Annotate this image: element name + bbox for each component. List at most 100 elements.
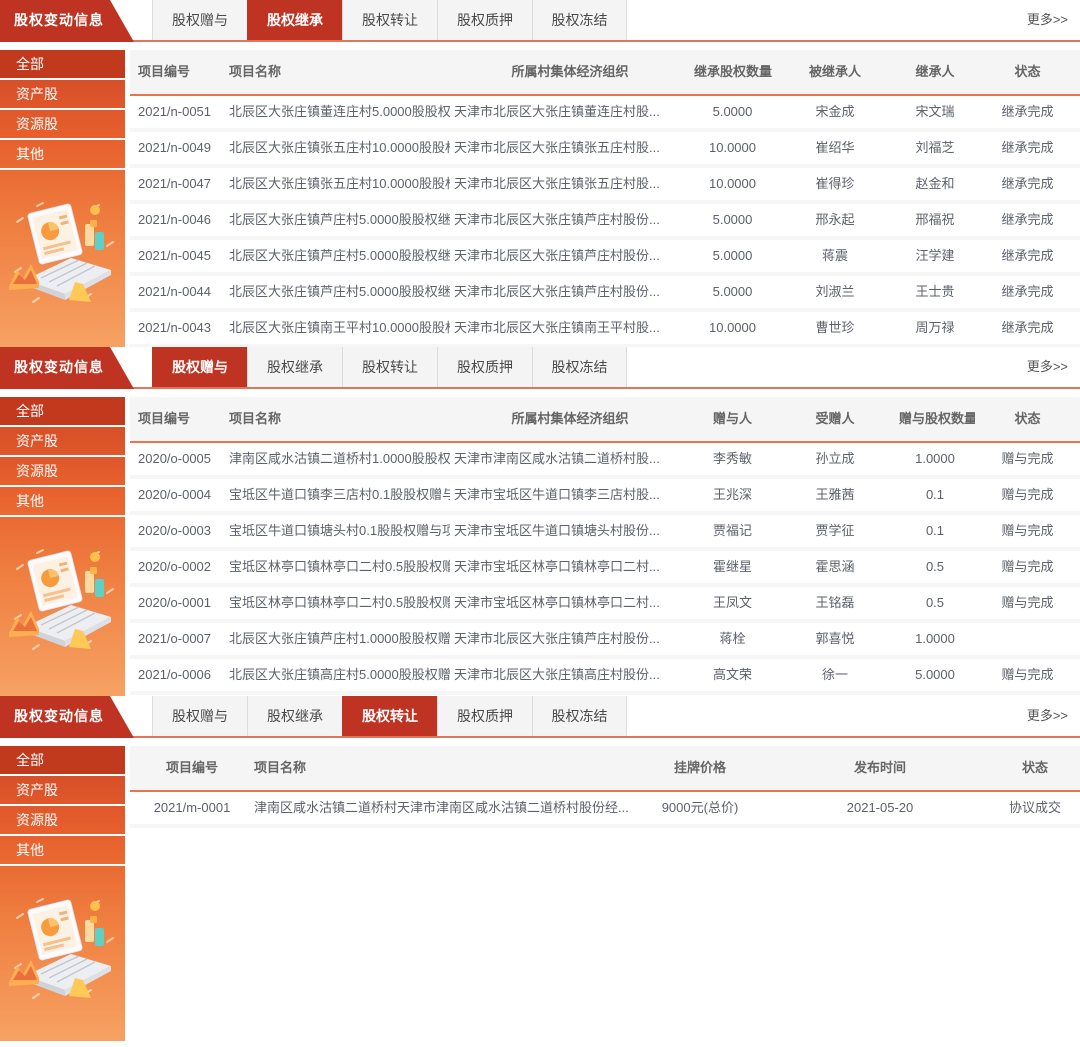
sidebar-item-other[interactable]: 其他 <box>0 487 125 517</box>
laptop-illustration-icon <box>7 890 119 1010</box>
table-cell: 赠与完成 <box>975 479 1080 511</box>
table-cell: 2021/n-0046 <box>130 204 225 236</box>
table-row[interactable]: 2020/o-0001宝坻区林亭口镇林亭口二村0.5股股权赠与...天津市宝坻区… <box>130 587 1080 623</box>
column-header: 挂牌价格 <box>630 746 770 790</box>
tab-equity-freeze[interactable]: 股权冻结 <box>532 347 627 387</box>
table-cell: 北辰区大张庄镇高庄村5.0000股股权赠与... <box>225 659 450 691</box>
sidebar-item-asset-shares[interactable]: 资产股 <box>0 80 125 110</box>
table-row[interactable]: 2021/n-0046北辰区大张庄镇芦庄村5.0000股股权继承...天津市北辰… <box>130 204 1080 240</box>
column-header: 被继承人 <box>775 50 895 94</box>
sidebar-item-resource-shares[interactable]: 资源股 <box>0 457 125 487</box>
category-menu: 全部资产股资源股其他 <box>0 50 125 170</box>
table-row[interactable]: 2021/o-0006北辰区大张庄镇高庄村5.0000股股权赠与...天津市北辰… <box>130 659 1080 695</box>
tab-equity-transfer[interactable]: 股权转让 <box>342 347 437 387</box>
table-cell: 崔得珍 <box>775 168 895 200</box>
tab-equity-pledge[interactable]: 股权质押 <box>437 347 532 387</box>
table-cell: 霍思涵 <box>775 551 895 583</box>
column-header: 状态 <box>975 50 1080 94</box>
table-body: 2021/n-0051北辰区大张庄镇董连庄村5.0000股股权继...天津市北辰… <box>130 96 1080 347</box>
equity-transfer-section: 股权变动信息 股权赠与股权继承股权转让股权质押股权冻结 更多>> 全部资产股资源… <box>0 696 1080 1041</box>
table-cell: 0.5 <box>895 551 975 583</box>
tab-equity-transfer[interactable]: 股权转让 <box>342 0 437 40</box>
table-row[interactable]: 2021/n-0043北辰区大张庄镇南王平村10.0000股股权继...天津市北… <box>130 312 1080 347</box>
column-header: 继承人 <box>895 50 975 94</box>
sidebar-item-resource-shares[interactable]: 资源股 <box>0 110 125 140</box>
table-cell: 天津市北辰区大张庄镇南王平村股... <box>450 312 690 344</box>
tab-equity-inheritance[interactable]: 股权继承 <box>247 696 342 736</box>
table-row[interactable]: 2021/n-0049北辰区大张庄镇张五庄村10.0000股股权继...天津市北… <box>130 132 1080 168</box>
table-cell: 2021/n-0047 <box>130 168 225 200</box>
table-row[interactable]: 2020/o-0004宝坻区牛道口镇李三店村0.1股股权赠与项目天津市宝坻区牛道… <box>130 479 1080 515</box>
table-cell: 2021/n-0049 <box>130 132 225 164</box>
laptop-illustration-icon <box>7 194 119 314</box>
column-header: 项目编号 <box>130 50 225 94</box>
table-cell: 2021/o-0007 <box>130 623 225 655</box>
sidebar-item-asset-shares[interactable]: 资产股 <box>0 427 125 457</box>
column-header: 项目名称 <box>250 746 630 790</box>
table-cell: 5.0000 <box>895 659 975 691</box>
tab-equity-gift[interactable]: 股权赠与 <box>152 696 247 736</box>
laptop-illustration <box>0 890 125 1010</box>
table-row[interactable]: 2021/n-0051北辰区大张庄镇董连庄村5.0000股股权继...天津市北辰… <box>130 96 1080 132</box>
table-cell: 王凤文 <box>690 587 775 619</box>
tab-equity-pledge[interactable]: 股权质押 <box>437 0 532 40</box>
laptop-illustration-icon <box>7 541 119 661</box>
category-menu: 全部资产股资源股其他 <box>0 746 125 866</box>
table-cell: 邢永起 <box>775 204 895 236</box>
table-row[interactable]: 2021/o-0007北辰区大张庄镇芦庄村1.0000股股权赠与...天津市北辰… <box>130 623 1080 659</box>
table-cell: 继承完成 <box>975 312 1080 344</box>
sidebar-item-all[interactable]: 全部 <box>0 746 125 776</box>
table-row[interactable]: 2020/o-0002宝坻区林亭口镇林亭口二村0.5股股权赠与...天津市宝坻区… <box>130 551 1080 587</box>
tab-equity-transfer[interactable]: 股权转让 <box>342 696 437 736</box>
table-cell: 赠与完成 <box>975 443 1080 475</box>
table-cell: 北辰区大张庄镇芦庄村5.0000股股权继承... <box>225 204 450 236</box>
more-link[interactable]: 更多>> <box>1027 696 1068 736</box>
sidebar-item-other[interactable]: 其他 <box>0 140 125 170</box>
sidebar-item-other[interactable]: 其他 <box>0 836 125 866</box>
table-cell: 北辰区大张庄镇芦庄村1.0000股股权赠与... <box>225 623 450 655</box>
column-header: 继承股权数量 <box>690 50 775 94</box>
table-cell: 北辰区大张庄镇张五庄村10.0000股股权继... <box>225 168 450 200</box>
table-cell: 李秀敏 <box>690 443 775 475</box>
table-cell: 9000元(总价) <box>630 792 770 824</box>
column-header: 赠与人 <box>690 397 775 441</box>
column-header: 所属村集体经济组织 <box>450 397 690 441</box>
tab-equity-gift[interactable]: 股权赠与 <box>152 0 247 40</box>
table-cell: 赠与完成 <box>975 551 1080 583</box>
sidebar-item-asset-shares[interactable]: 资产股 <box>0 776 125 806</box>
table-row[interactable]: 2021/n-0047北辰区大张庄镇张五庄村10.0000股股权继...天津市北… <box>130 168 1080 204</box>
tab-equity-inheritance[interactable]: 股权继承 <box>247 0 342 40</box>
table-cell: 天津市北辰区大张庄镇张五庄村股... <box>450 132 690 164</box>
sidebar-item-all[interactable]: 全部 <box>0 50 125 80</box>
tab-equity-inheritance[interactable]: 股权继承 <box>247 347 342 387</box>
table-cell: 天津市宝坻区牛道口镇塘头村股份... <box>450 515 690 547</box>
sidebar-item-resource-shares[interactable]: 资源股 <box>0 806 125 836</box>
table-cell: 2021/n-0045 <box>130 240 225 272</box>
section-title-ribbon: 股权变动信息 <box>0 0 142 42</box>
equity-inheritance-section: 股权变动信息 股权赠与股权继承股权转让股权质押股权冻结 更多>> 全部资产股资源… <box>0 0 1080 347</box>
tab-equity-freeze[interactable]: 股权冻结 <box>532 696 627 736</box>
table-row[interactable]: 2021/n-0044北辰区大张庄镇芦庄村5.0000股股权继承...天津市北辰… <box>130 276 1080 312</box>
table-row[interactable]: 2021/m-0001津南区咸水沽镇二道桥村天津市津南区咸水沽镇二道桥村股份经.… <box>130 792 1080 828</box>
section-header-bar: 股权变动信息 股权赠与股权继承股权转让股权质押股权冻结 更多>> <box>0 347 1080 389</box>
table-cell: 周万禄 <box>895 312 975 344</box>
table-row[interactable]: 2020/o-0003宝坻区牛道口镇塘头村0.1股股权赠与项目天津市宝坻区牛道口… <box>130 515 1080 551</box>
table-cell: 天津市宝坻区牛道口镇李三店村股... <box>450 479 690 511</box>
tab-equity-freeze[interactable]: 股权冻结 <box>532 0 627 40</box>
tab-equity-gift[interactable]: 股权赠与 <box>152 347 247 387</box>
table-cell: 刘淑兰 <box>775 276 895 308</box>
table-cell: 继承完成 <box>975 204 1080 236</box>
table-cell: 天津市宝坻区林亭口镇林亭口二村... <box>450 587 690 619</box>
tab-equity-pledge[interactable]: 股权质押 <box>437 696 532 736</box>
table-cell: 2021/n-0051 <box>130 96 225 128</box>
transfer-table: 项目编号项目名称挂牌价格发布时间状态 2021/m-0001津南区咸水沽镇二道桥… <box>130 746 1080 1041</box>
table-cell: 王兆深 <box>690 479 775 511</box>
more-link[interactable]: 更多>> <box>1027 347 1068 387</box>
table-cell: 2020/o-0001 <box>130 587 225 619</box>
section-title-ribbon: 股权变动信息 <box>0 347 142 389</box>
table-cell: 北辰区大张庄镇张五庄村10.0000股股权继... <box>225 132 450 164</box>
table-row[interactable]: 2021/n-0045北辰区大张庄镇芦庄村5.0000股股权继承...天津市北辰… <box>130 240 1080 276</box>
more-link[interactable]: 更多>> <box>1027 0 1068 40</box>
table-row[interactable]: 2020/o-0005津南区咸水沽镇二道桥村1.0000股股权赠...天津市津南… <box>130 443 1080 479</box>
sidebar-item-all[interactable]: 全部 <box>0 397 125 427</box>
